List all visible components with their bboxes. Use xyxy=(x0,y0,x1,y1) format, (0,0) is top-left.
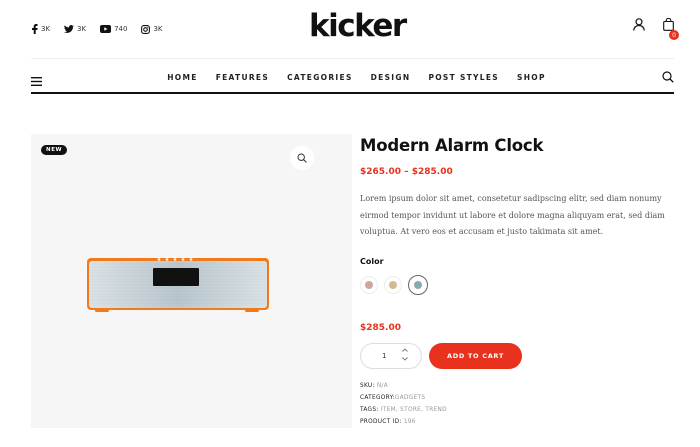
main-nav: HOME FEATURES CATEGORIES DESIGN POST STY… xyxy=(31,62,674,94)
social-instagram[interactable]: 3K xyxy=(141,24,163,34)
price-range: $265.00 – $285.00 xyxy=(360,167,453,177)
user-icon xyxy=(633,18,645,31)
color-swatch-selected[interactable] xyxy=(408,274,428,295)
swatch-dot xyxy=(365,280,373,289)
menu-toggle-button[interactable] xyxy=(31,73,42,91)
color-label: Color xyxy=(360,256,384,266)
product-details: Modern Alarm Clock $265.00 – $285.00 Lor… xyxy=(360,134,678,428)
color-swatch[interactable] xyxy=(384,275,402,294)
product-title: Modern Alarm Clock xyxy=(360,136,544,155)
social-links: 3K 3K 740 3K xyxy=(32,24,163,34)
nav-menu: HOME FEATURES CATEGORIES DESIGN POST STY… xyxy=(150,73,555,82)
selected-price: $285.00 xyxy=(360,322,401,333)
product-meta: SKU: N/A CATEGORY:GADGETS TAGS: ITEM, ST… xyxy=(360,380,678,428)
quantity-arrows xyxy=(402,347,408,361)
social-twitter[interactable]: 3K xyxy=(64,25,86,33)
facebook-icon xyxy=(32,24,38,34)
twitter-icon xyxy=(64,25,75,33)
category-row: CATEGORY:GADGETS xyxy=(360,392,678,404)
instagram-icon xyxy=(141,24,151,34)
nav-item-features[interactable]: FEATURES xyxy=(216,73,269,82)
quantity-value[interactable]: 1 xyxy=(382,352,386,360)
account-button[interactable] xyxy=(633,18,645,36)
product-gallery: NEW xyxy=(31,134,352,428)
chevron-down-icon[interactable] xyxy=(402,356,408,361)
chevron-up-icon[interactable] xyxy=(402,347,408,352)
category-link[interactable]: GADGETS xyxy=(395,395,425,401)
product-id-row: PRODUCT ID: 196 xyxy=(360,416,678,428)
sku-row: SKU: N/A xyxy=(360,380,678,392)
header-divider xyxy=(31,58,674,59)
hamburger-icon xyxy=(31,77,42,86)
product-description: Lorem ipsum dolor sit amet, consetetur s… xyxy=(360,194,665,236)
product-id-value: 196 xyxy=(403,418,416,425)
header-actions: 0 xyxy=(633,17,679,40)
tags-row: TAGS: ITEM, STORE, TREND xyxy=(360,404,678,416)
swatch-dot xyxy=(389,280,397,289)
add-to-cart-button[interactable]: ADD TO CART xyxy=(429,342,522,369)
facebook-count: 3K xyxy=(41,25,51,33)
cart-button[interactable]: 0 xyxy=(663,17,679,40)
search-icon xyxy=(662,71,674,83)
youtube-icon xyxy=(100,25,112,33)
twitter-count: 3K xyxy=(77,25,87,33)
cart-count-badge: 0 xyxy=(669,30,679,40)
social-youtube[interactable]: 740 xyxy=(100,25,127,33)
zoom-button[interactable] xyxy=(290,146,314,170)
youtube-count: 740 xyxy=(114,25,128,33)
search-button[interactable] xyxy=(662,70,674,88)
zoom-icon xyxy=(297,153,307,163)
color-swatch[interactable] xyxy=(360,275,378,294)
tags-links[interactable]: ITEM, STORE, TREND xyxy=(381,407,447,413)
social-facebook[interactable]: 3K xyxy=(32,24,50,34)
nav-item-home[interactable]: HOME xyxy=(167,73,197,82)
quantity-stepper[interactable]: 1 xyxy=(360,342,422,369)
sku-label: SKU: xyxy=(360,382,375,389)
sku-value: N/A xyxy=(376,382,389,389)
swatch-dot xyxy=(414,280,422,289)
category-label: CATEGORY: xyxy=(360,394,395,401)
nav-item-shop[interactable]: SHOP xyxy=(517,73,546,82)
new-badge: NEW xyxy=(41,145,68,155)
instagram-count: 3K xyxy=(153,25,163,33)
site-logo[interactable]: kicker xyxy=(309,8,407,44)
tags-label: TAGS: xyxy=(360,406,379,413)
buy-row: 1 ADD TO CART xyxy=(360,342,678,369)
product-id-label: PRODUCT ID: xyxy=(360,418,402,425)
nav-item-design[interactable]: DESIGN xyxy=(371,73,411,82)
nav-item-categories[interactable]: CATEGORIES xyxy=(287,73,353,82)
color-swatches xyxy=(360,274,678,295)
nav-item-post-styles[interactable]: POST STYLES xyxy=(428,73,499,82)
product-image xyxy=(87,258,269,312)
